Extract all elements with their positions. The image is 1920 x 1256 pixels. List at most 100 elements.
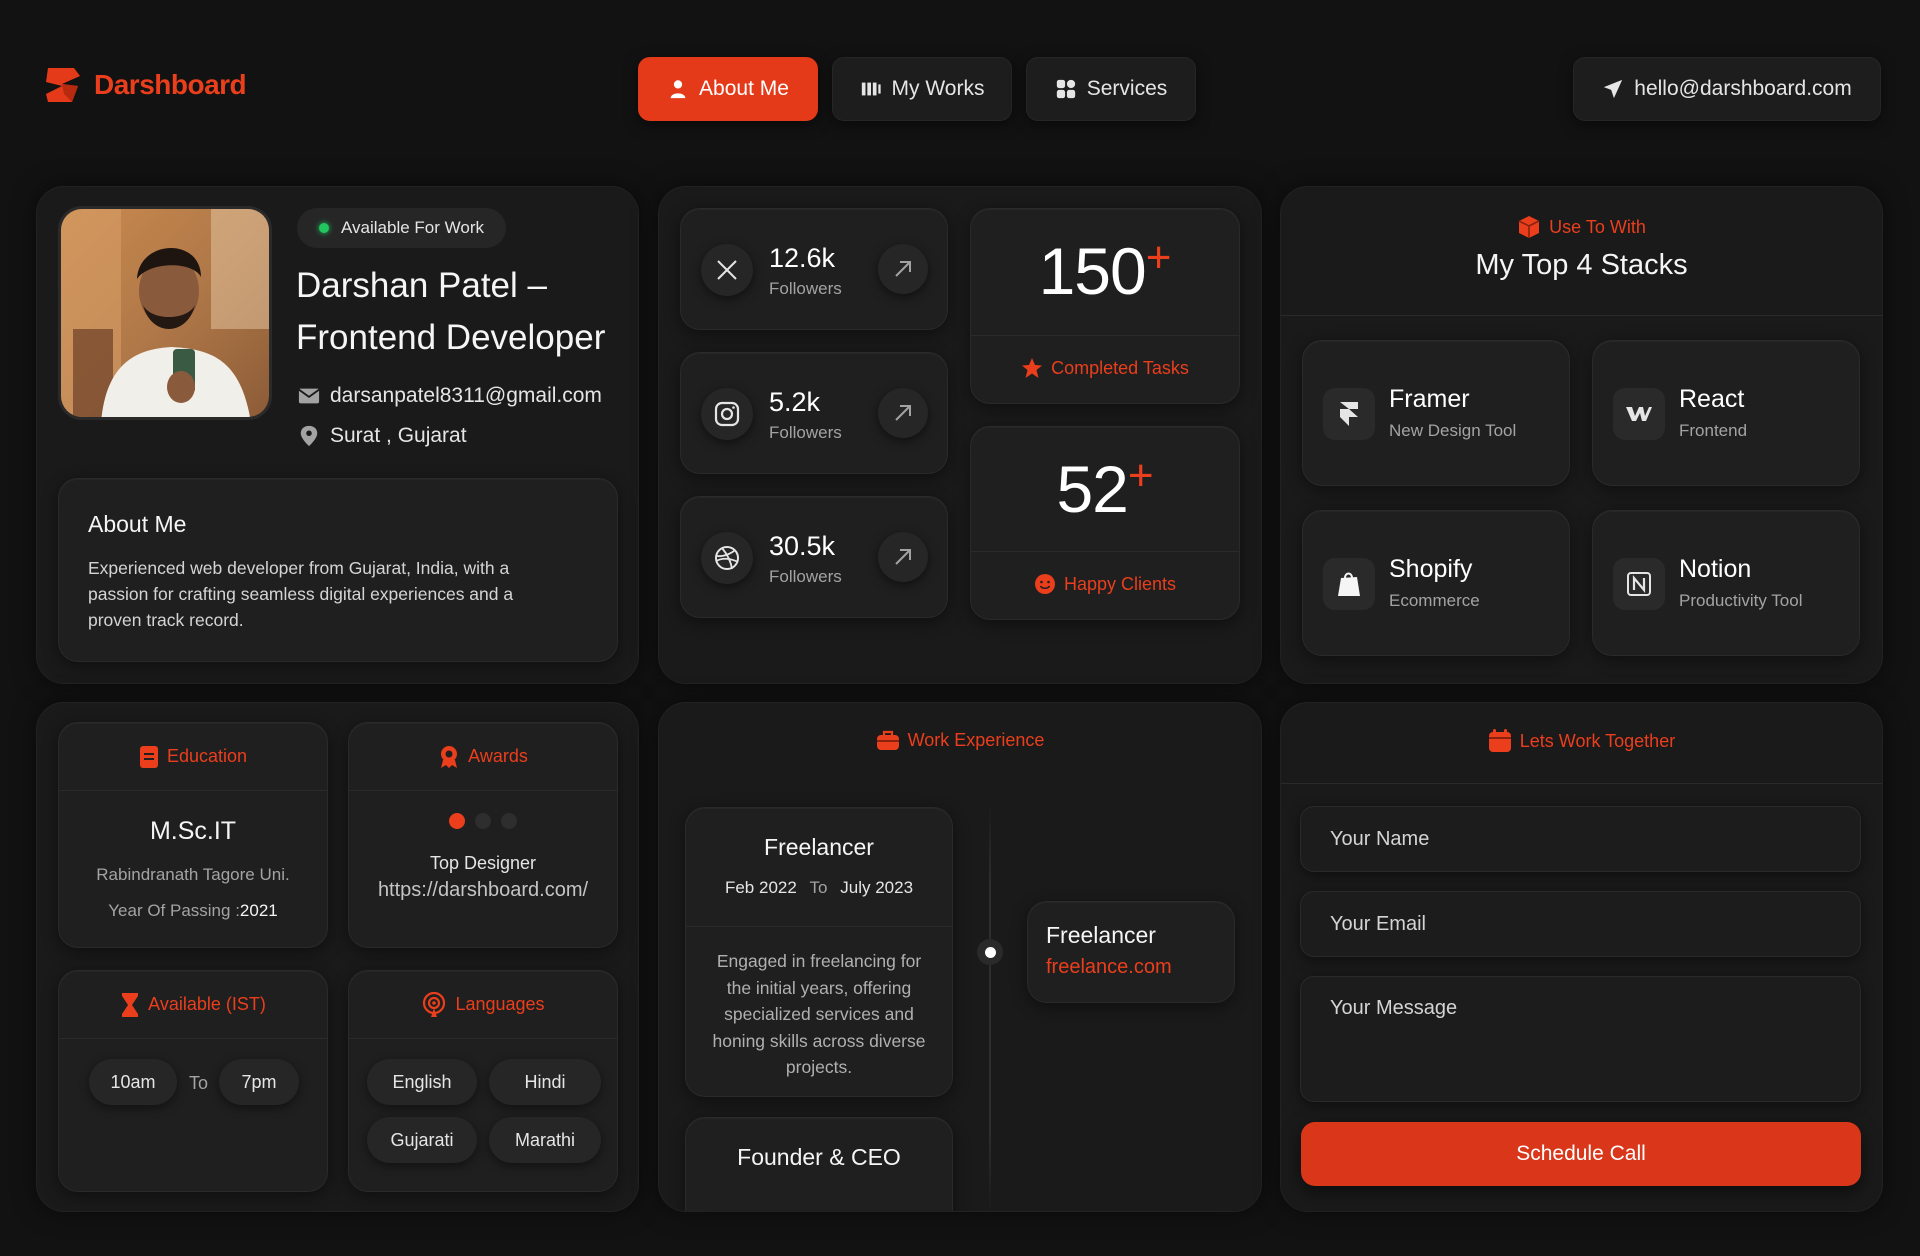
divider xyxy=(1281,315,1882,316)
experience-sep: To xyxy=(809,878,828,897)
plus-sign: + xyxy=(1145,233,1172,282)
experience-item: Founder & CEO xyxy=(685,1117,953,1211)
arrow-up-right-icon[interactable] xyxy=(878,388,928,438)
completed-tasks-label: Completed Tasks xyxy=(971,357,1239,379)
arrow-up-right-icon[interactable] xyxy=(878,244,928,294)
social-dribbble-tile[interactable]: 30.5k Followers xyxy=(680,496,948,618)
profile-email-text: darsanpatel8311@gmail.com xyxy=(330,384,602,407)
plus-sign: + xyxy=(1127,451,1154,500)
nav-works-label: My Works xyxy=(891,77,985,100)
carousel-dots[interactable] xyxy=(349,813,617,829)
name-input[interactable] xyxy=(1300,806,1861,872)
university: Rabindranath Tagore Uni. xyxy=(96,865,290,884)
availability-text: Available For Work xyxy=(341,218,484,237)
hourglass-icon xyxy=(122,992,139,1017)
time-separator: To xyxy=(189,1073,209,1093)
happy-clients-text: Happy Clients xyxy=(1063,573,1177,594)
cube-icon xyxy=(1518,216,1540,238)
briefcase-icon xyxy=(876,730,899,750)
happy-clients-label: Happy Clients xyxy=(971,573,1239,595)
arrow-up-right-icon[interactable] xyxy=(878,532,928,582)
languages-tile: Languages English Hindi Gujarati Marathi xyxy=(348,970,618,1192)
message-textarea[interactable] xyxy=(1300,976,1861,1102)
stack-item-react[interactable]: React Frontend xyxy=(1592,340,1860,486)
dribbble-followers-count: 30.5k xyxy=(769,531,836,561)
schedule-call-button[interactable]: Schedule Call xyxy=(1301,1122,1861,1186)
brand-logo[interactable]: Darshboard xyxy=(42,64,247,106)
podcast-icon xyxy=(423,991,446,1017)
contact-title: Lets Work Together xyxy=(1519,730,1676,751)
profile-photo xyxy=(58,206,272,420)
x-followers-count: 12.6k xyxy=(769,243,836,273)
nav-works-button[interactable]: My Works xyxy=(832,57,1012,121)
social-instagram-tile[interactable]: 5.2k Followers xyxy=(680,352,948,474)
experience-dates: Feb 2022 To July 2023 xyxy=(686,878,952,898)
completed-tasks-tile: 150+ Completed Tasks xyxy=(970,208,1240,404)
mail-icon xyxy=(298,388,320,404)
nav-services-button[interactable]: Services xyxy=(1026,57,1196,121)
location-pin-icon xyxy=(300,425,318,447)
profile-email[interactable]: darsanpatel8311@gmail.com xyxy=(298,384,602,408)
education-tile: Education M.Sc.IT Rabindranath Tagore Un… xyxy=(58,722,328,948)
stack-description: Ecommerce xyxy=(1389,591,1480,610)
email-input[interactable] xyxy=(1300,891,1861,957)
stack-item-notion[interactable]: Notion Productivity Tool xyxy=(1592,510,1860,656)
brand-name: Darshboard xyxy=(94,69,247,100)
experience-role: Freelancer xyxy=(764,834,874,860)
x-followers-label: Followers xyxy=(769,279,842,298)
x-icon xyxy=(701,244,753,296)
work-experience-header: Work Experience xyxy=(659,729,1261,751)
status-dot-icon xyxy=(319,223,329,233)
languages-header: Languages xyxy=(349,971,617,1039)
carousel-dot[interactable] xyxy=(475,813,491,829)
education-title: Education xyxy=(166,746,248,766)
language-chip: Hindi xyxy=(489,1059,601,1105)
about-me-title: About Me xyxy=(88,511,187,537)
completed-tasks-text: Completed Tasks xyxy=(1051,357,1189,378)
availability-tile: Available (IST) 10am To 7pm xyxy=(58,970,328,1192)
availability-header: Available (IST) xyxy=(59,971,327,1039)
timeline-node xyxy=(977,939,1003,965)
profile-location: Surat , Gujarat xyxy=(298,424,467,448)
stack-item-shopify[interactable]: Shopify Ecommerce xyxy=(1302,510,1570,656)
award-link[interactable]: https://darshboard.com/ xyxy=(349,879,617,902)
degree: M.Sc.IT xyxy=(149,817,237,845)
nav-about-label: About Me xyxy=(699,77,789,100)
send-icon xyxy=(1604,79,1623,99)
stacks-title: My Top 4 Stacks xyxy=(1475,249,1688,281)
logo-mark-icon xyxy=(46,68,80,102)
divider xyxy=(686,926,952,927)
carousel-dot[interactable] xyxy=(501,813,517,829)
experience-role: Founder & CEO xyxy=(737,1144,901,1170)
award-name: Top Designer xyxy=(429,853,537,873)
contact-header: Lets Work Together xyxy=(1281,729,1882,753)
stacks-eyebrow-text: Use To With xyxy=(1549,216,1646,237)
happy-clients-number: 52+ xyxy=(971,451,1239,527)
experience-from: Feb 2022 xyxy=(724,878,797,897)
instagram-icon xyxy=(701,388,753,440)
experience-to: July 2023 xyxy=(840,878,914,897)
company-tile[interactable]: Freelancer freelance.com xyxy=(1027,901,1235,1003)
nav-services-label: Services xyxy=(1086,77,1168,100)
carousel-dot-active[interactable] xyxy=(449,813,465,829)
education-header: Education xyxy=(59,723,327,791)
nav-about-button[interactable]: About Me xyxy=(638,57,818,121)
calendar-icon xyxy=(1488,729,1511,752)
divider xyxy=(1281,783,1882,784)
dribbble-icon xyxy=(701,532,753,584)
company-link[interactable]: freelance.com xyxy=(1046,956,1172,979)
company-role: Freelancer xyxy=(1046,922,1156,948)
framer-icon xyxy=(1323,388,1375,440)
grid-icon xyxy=(1056,79,1075,99)
stack-item-framer[interactable]: Framer New Design Tool xyxy=(1302,340,1570,486)
passing-year: Year Of Passing :2021 xyxy=(59,901,327,921)
shopify-icon xyxy=(1323,558,1375,610)
contact-email-button[interactable]: hello@darshboard.com xyxy=(1573,57,1881,121)
stack-description: Frontend xyxy=(1679,421,1748,440)
language-chip: Marathi xyxy=(489,1117,601,1163)
stack-name: Notion xyxy=(1679,555,1752,583)
stack-description: Productivity Tool xyxy=(1679,591,1803,610)
social-x-tile[interactable]: 12.6k Followers xyxy=(680,208,948,330)
instagram-followers-count: 5.2k xyxy=(769,387,821,417)
user-icon xyxy=(670,80,686,99)
